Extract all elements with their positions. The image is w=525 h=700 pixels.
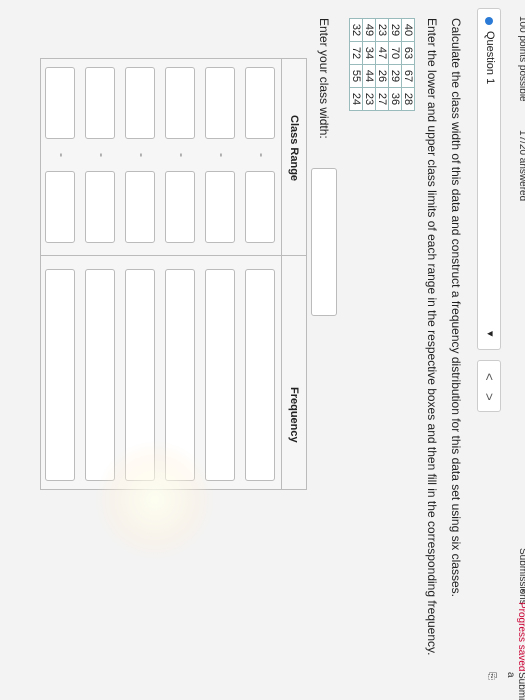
range-dash: - (215, 153, 229, 157)
lower-limit-input[interactable] (165, 67, 195, 139)
frequency-input[interactable] (45, 269, 75, 481)
data-cell: 23 (375, 18, 389, 42)
frequency-input[interactable] (85, 269, 115, 481)
column-divider (41, 255, 306, 256)
data-cell: 47 (375, 41, 389, 65)
data-cell: 23 (362, 87, 376, 111)
data-cell: 70 (388, 41, 402, 65)
frequency-input[interactable] (245, 269, 275, 481)
data-cell: 26 (375, 64, 389, 88)
data-cell: 40 (401, 18, 415, 42)
data-row: 23 47 26 27 (375, 18, 389, 111)
status-dot-icon (485, 17, 493, 25)
upper-limit-input[interactable] (205, 171, 235, 243)
class-width-input[interactable] (311, 168, 337, 316)
data-cell: 32 (349, 18, 363, 42)
lower-limit-input[interactable] (205, 67, 235, 139)
data-row: 49 34 44 23 (362, 18, 376, 111)
question-nav: < > (477, 360, 501, 412)
question-label: Question 1 (484, 31, 496, 85)
frequency-row: - (201, 59, 241, 489)
question-selector[interactable]: Question 1 ▾ (477, 8, 501, 350)
upper-limit-input[interactable] (125, 171, 155, 243)
upper-limit-input[interactable] (245, 171, 275, 243)
range-dash: - (95, 153, 109, 157)
upper-limit-input[interactable] (85, 171, 115, 243)
instructions-1: Calculate the class width of this data a… (449, 18, 463, 597)
print-icon[interactable]: ⎘ (486, 672, 497, 680)
lower-limit-input[interactable] (45, 67, 75, 139)
frequency-row: - (81, 59, 121, 489)
frequency-header: Frequency (288, 387, 300, 443)
frequency-table-header: Class Range Frequency (281, 59, 306, 489)
frequency-input[interactable] (205, 269, 235, 481)
instructions-2: Enter the lower and upper class limits o… (425, 18, 439, 656)
class-width-label: Enter your class width: (317, 18, 331, 139)
data-cell: 63 (401, 41, 415, 65)
next-question-button[interactable]: > (482, 393, 497, 401)
upper-limit-input[interactable] (45, 171, 75, 243)
data-cell: 72 (349, 41, 363, 65)
upper-limit-input[interactable] (165, 171, 195, 243)
data-cell: 49 (362, 18, 376, 42)
question-body: Calculate the class width of this data a… (311, 18, 463, 678)
range-dash: - (55, 153, 69, 157)
class-range-header: Class Range (288, 115, 300, 182)
answered-count: 17/20 answered (517, 130, 525, 202)
submissions-link[interactable]: Submissions (517, 548, 525, 605)
range-dash: - (175, 153, 189, 157)
prev-question-button[interactable]: < (482, 373, 497, 381)
data-cell: 27 (375, 87, 389, 111)
light-glare (95, 440, 215, 560)
range-dash: - (255, 153, 269, 157)
data-cell: 34 (362, 41, 376, 65)
chevron-down-icon[interactable]: ▾ (484, 331, 497, 337)
frequency-row: - (121, 59, 161, 489)
lower-limit-input[interactable] (245, 67, 275, 139)
data-cell: 24 (349, 87, 363, 111)
frequency-rows: ------ (41, 59, 281, 489)
submit-button[interactable]: Submit a (505, 672, 525, 700)
data-cell: 28 (401, 87, 415, 111)
top-bar: 100 points possible 17/20 answered Submi… (505, 0, 525, 700)
close-icon[interactable]: × (517, 588, 525, 594)
frequency-row: - (41, 59, 81, 489)
data-cell: 55 (349, 64, 363, 88)
data-table: 40 63 67 28 29 70 29 36 23 47 26 27 49 34 44 23 32 72 55 24 (349, 18, 415, 111)
data-row: 32 72 55 24 (349, 18, 363, 111)
range-dash: - (135, 153, 149, 157)
data-cell: 67 (401, 64, 415, 88)
data-row: 29 70 29 36 (388, 18, 402, 111)
lower-limit-input[interactable] (85, 67, 115, 139)
points-possible: 100 points possible (517, 16, 525, 102)
data-cell: 36 (388, 87, 402, 111)
data-cell: 44 (362, 64, 376, 88)
screen: 100 points possible 17/20 answered Submi… (0, 0, 525, 700)
data-cell: 29 (388, 18, 402, 42)
frequency-table: Class Range Frequency - - - - - - (40, 58, 307, 490)
data-cell: 29 (388, 64, 402, 88)
data-row: 40 63 67 28 (401, 18, 415, 111)
lower-limit-input[interactable] (125, 67, 155, 139)
frequency-row: - (241, 59, 281, 489)
progress-saved-status: Progress saved (516, 602, 525, 672)
frequency-row: - (161, 59, 201, 489)
